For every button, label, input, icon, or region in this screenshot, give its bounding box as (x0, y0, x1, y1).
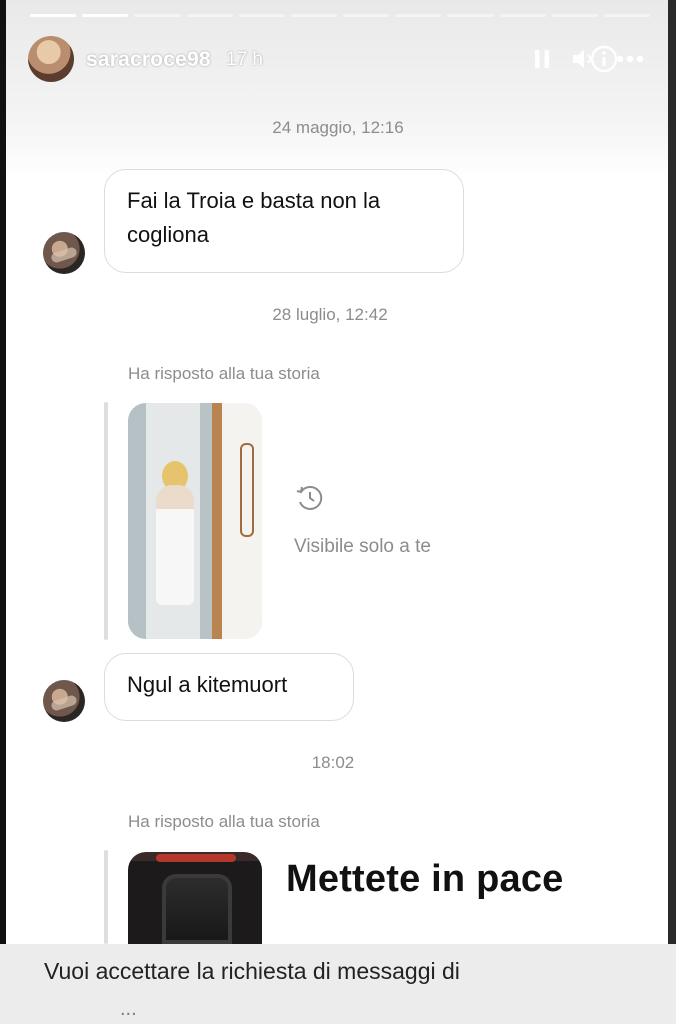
history-icon (294, 482, 326, 514)
progress-segment (186, 14, 233, 17)
story-thumbnail[interactable] (128, 403, 262, 639)
message-bubble[interactable]: Fai la Troia e basta non la cogliona (104, 169, 464, 273)
sender-avatar[interactable] (43, 680, 85, 722)
story-progress-bar (30, 14, 651, 18)
timestamp: 18:02 (311, 753, 355, 772)
progress-segment (551, 14, 598, 17)
story-header: saracroce98 17 h (24, 30, 656, 88)
story-thumbnail[interactable] (128, 852, 262, 944)
timestamp: 24 maggio, 12:16 (272, 118, 404, 137)
reply-caption: Ha risposto alla tua storia (128, 812, 320, 831)
story-controls (526, 44, 646, 74)
message-request-banner: Vuoi accettare la richiesta di messaggi … (0, 944, 676, 1024)
mute-icon[interactable] (568, 43, 600, 75)
sender-avatar[interactable] (43, 232, 85, 274)
story-username[interactable]: saracroce98 (86, 48, 211, 72)
right-edge (668, 0, 676, 1024)
reply-indicator-line (104, 850, 108, 944)
pause-icon[interactable] (526, 43, 558, 75)
story-avatar[interactable] (28, 36, 74, 82)
story-screenshot: saracroce98 17 h 24 maggio, 12:16 Fai la… (0, 0, 676, 1024)
timestamp: 28 luglio, 12:42 (272, 305, 388, 324)
message-request-text: Vuoi accettare la richiesta di messaggi … (44, 958, 460, 984)
more-icon[interactable] (614, 43, 646, 75)
message-request-text-cut: ... (120, 998, 137, 1020)
progress-segment (447, 14, 494, 17)
message-bubble[interactable]: Ngul a kitemuort (104, 653, 354, 721)
reply-indicator-line (104, 402, 108, 640)
progress-segment (134, 14, 181, 17)
story-time: 17 h (226, 49, 263, 70)
story-overlay-text: Mettete in pace (286, 858, 564, 900)
progress-segment (290, 14, 338, 17)
visibility-note: Visibile solo a te (294, 536, 431, 557)
progress-segment (343, 14, 390, 17)
reply-caption: Ha risposto alla tua storia (128, 364, 320, 383)
progress-segment (603, 14, 651, 17)
progress-segment (238, 14, 285, 17)
progress-segment (82, 14, 129, 17)
progress-segment (499, 14, 546, 17)
progress-segment (395, 14, 442, 17)
left-edge (0, 0, 6, 1024)
progress-segment (30, 14, 77, 17)
